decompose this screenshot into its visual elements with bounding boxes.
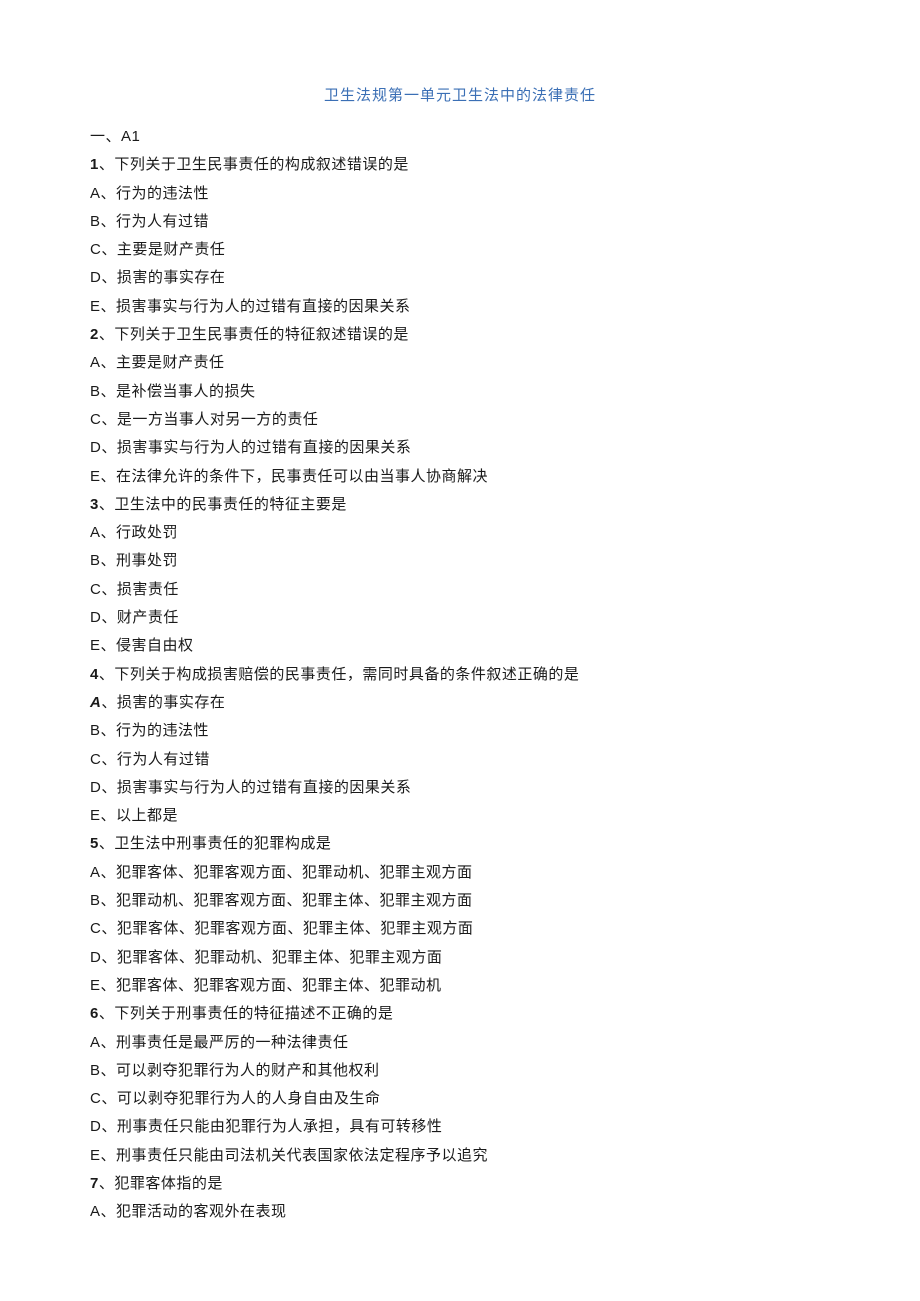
question-separator: 、	[99, 1175, 115, 1192]
option-text: E、损害事实与行为人的过错有直接的因果关系	[90, 298, 411, 315]
question-number: 6	[90, 1005, 99, 1022]
option-text: D、犯罪客体、犯罪动机、犯罪主体、犯罪主观方面	[90, 949, 442, 966]
option-line: E、在法律允许的条件下，民事责任可以由当事人协商解决	[90, 463, 830, 491]
option-line: C、损害责任	[90, 576, 830, 604]
option-line: A、损害的事实存在	[90, 689, 830, 717]
option-text: E、刑事责任只能由司法机关代表国家依法定程序予以追究	[90, 1147, 488, 1164]
option-line: D、刑事责任只能由犯罪行为人承担，具有可转移性	[90, 1113, 830, 1141]
question-number: 7	[90, 1175, 99, 1192]
option-text: D、损害的事实存在	[90, 269, 225, 286]
question-number: 5	[90, 835, 99, 852]
question-stem: 4、下列关于构成损害赔偿的民事责任，需同时具备的条件叙述正确的是	[90, 661, 830, 689]
option-line: C、是一方当事人对另一方的责任	[90, 406, 830, 434]
option-text: D、损害事实与行为人的过错有直接的因果关系	[90, 439, 411, 456]
option-line: B、行为的违法性	[90, 717, 830, 745]
option-text: A、行政处罚	[90, 524, 178, 541]
option-text: C、可以剥夺犯罪行为人的人身自由及生命	[90, 1090, 380, 1107]
question-text: 下列关于卫生民事责任的特征叙述错误的是	[114, 326, 409, 343]
option-text: C、犯罪客体、犯罪客观方面、犯罪主体、犯罪主观方面	[90, 920, 473, 937]
question-separator: 、	[99, 835, 115, 852]
option-line: D、损害事实与行为人的过错有直接的因果关系	[90, 434, 830, 462]
option-line: E、以上都是	[90, 802, 830, 830]
option-text: B、行为的违法性	[90, 722, 209, 739]
question-separator: 、	[99, 156, 115, 173]
option-text: A、犯罪客体、犯罪客观方面、犯罪动机、犯罪主观方面	[90, 864, 473, 881]
question-text: 下列关于构成损害赔偿的民事责任，需同时具备的条件叙述正确的是	[114, 666, 579, 683]
question-text: 卫生法中的民事责任的特征主要是	[114, 496, 347, 513]
question-separator: 、	[99, 496, 115, 513]
option-line: A、行为的违法性	[90, 180, 830, 208]
option-line: E、侵害自由权	[90, 632, 830, 660]
option-text: C、行为人有过错	[90, 751, 210, 768]
option-line: D、犯罪客体、犯罪动机、犯罪主体、犯罪主观方面	[90, 944, 830, 972]
option-line: E、刑事责任只能由司法机关代表国家依法定程序予以追究	[90, 1142, 830, 1170]
option-text: D、财产责任	[90, 609, 179, 626]
option-text: B、刑事处罚	[90, 552, 178, 569]
option-line: D、财产责任	[90, 604, 830, 632]
question-stem: 5、卫生法中刑事责任的犯罪构成是	[90, 830, 830, 858]
option-line: E、损害事实与行为人的过错有直接的因果关系	[90, 293, 830, 321]
option-line: C、主要是财产责任	[90, 236, 830, 264]
question-stem: 1、下列关于卫生民事责任的构成叙述错误的是	[90, 151, 830, 179]
option-line: B、是补偿当事人的损失	[90, 378, 830, 406]
option-letter: A	[90, 694, 101, 711]
option-text: B、可以剥夺犯罪行为人的财产和其他权利	[90, 1062, 380, 1079]
option-text: D、刑事责任只能由犯罪行为人承担，具有可转移性	[90, 1118, 442, 1135]
questions-container: 1、下列关于卫生民事责任的构成叙述错误的是A、行为的违法性B、行为人有过错C、主…	[90, 151, 830, 1226]
option-text: E、侵害自由权	[90, 637, 194, 654]
question-text: 下列关于卫生民事责任的构成叙述错误的是	[114, 156, 409, 173]
option-line: A、行政处罚	[90, 519, 830, 547]
option-line: C、行为人有过错	[90, 746, 830, 774]
option-line: A、刑事责任是最严厉的一种法律责任	[90, 1029, 830, 1057]
section-header: 一、A1	[90, 123, 830, 151]
option-text: A、行为的违法性	[90, 185, 209, 202]
option-line: A、主要是财产责任	[90, 349, 830, 377]
option-text: C、主要是财产责任	[90, 241, 225, 258]
option-line: B、可以剥夺犯罪行为人的财产和其他权利	[90, 1057, 830, 1085]
option-text: 、损害的事实存在	[101, 694, 225, 711]
document-page: 卫生法规第一单元卫生法中的法律责任 一、A1 1、下列关于卫生民事责任的构成叙述…	[0, 0, 920, 1267]
option-line: D、损害事实与行为人的过错有直接的因果关系	[90, 774, 830, 802]
option-text: E、以上都是	[90, 807, 178, 824]
option-text: D、损害事实与行为人的过错有直接的因果关系	[90, 779, 411, 796]
option-line: B、行为人有过错	[90, 208, 830, 236]
question-separator: 、	[99, 326, 115, 343]
document-title: 卫生法规第一单元卫生法中的法律责任	[90, 84, 830, 105]
option-text: B、行为人有过错	[90, 213, 209, 230]
question-separator: 、	[99, 1005, 115, 1022]
option-line: E、犯罪客体、犯罪客观方面、犯罪主体、犯罪动机	[90, 972, 830, 1000]
question-stem: 7、犯罪客体指的是	[90, 1170, 830, 1198]
option-line: A、犯罪客体、犯罪客观方面、犯罪动机、犯罪主观方面	[90, 859, 830, 887]
question-stem: 3、卫生法中的民事责任的特征主要是	[90, 491, 830, 519]
option-line: D、损害的事实存在	[90, 264, 830, 292]
question-number: 2	[90, 326, 99, 343]
question-text: 犯罪客体指的是	[114, 1175, 223, 1192]
question-stem: 6、下列关于刑事责任的特征描述不正确的是	[90, 1000, 830, 1028]
option-text: C、损害责任	[90, 581, 179, 598]
question-stem: 2、下列关于卫生民事责任的特征叙述错误的是	[90, 321, 830, 349]
option-text: B、犯罪动机、犯罪客观方面、犯罪主体、犯罪主观方面	[90, 892, 473, 909]
option-line: B、犯罪动机、犯罪客观方面、犯罪主体、犯罪主观方面	[90, 887, 830, 915]
option-text: A、主要是财产责任	[90, 354, 225, 371]
question-number: 1	[90, 156, 99, 173]
option-text: A、犯罪活动的客观外在表现	[90, 1203, 287, 1220]
question-separator: 、	[99, 666, 115, 683]
option-text: B、是补偿当事人的损失	[90, 383, 256, 400]
question-text: 下列关于刑事责任的特征描述不正确的是	[114, 1005, 393, 1022]
option-line: B、刑事处罚	[90, 547, 830, 575]
option-line: C、犯罪客体、犯罪客观方面、犯罪主体、犯罪主观方面	[90, 915, 830, 943]
option-text: E、在法律允许的条件下，民事责任可以由当事人协商解决	[90, 468, 488, 485]
option-text: A、刑事责任是最严厉的一种法律责任	[90, 1034, 349, 1051]
option-line: C、可以剥夺犯罪行为人的人身自由及生命	[90, 1085, 830, 1113]
option-text: C、是一方当事人对另一方的责任	[90, 411, 318, 428]
question-number: 4	[90, 666, 99, 683]
question-number: 3	[90, 496, 99, 513]
option-text: E、犯罪客体、犯罪客观方面、犯罪主体、犯罪动机	[90, 977, 442, 994]
option-line: A、犯罪活动的客观外在表现	[90, 1198, 830, 1226]
question-text: 卫生法中刑事责任的犯罪构成是	[114, 835, 331, 852]
